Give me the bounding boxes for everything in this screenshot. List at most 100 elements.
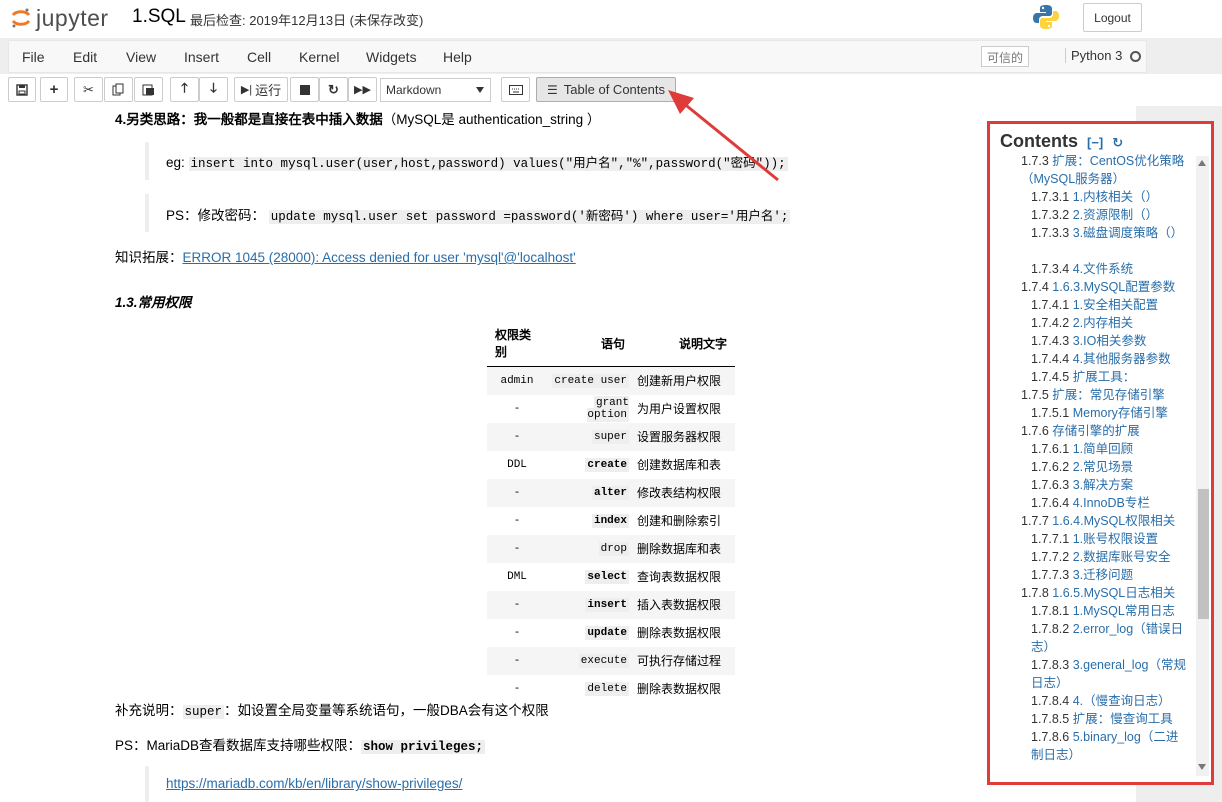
toc-item-number: 1.7.6.4 bbox=[1031, 496, 1070, 510]
toc-item[interactable]: 1.7.4.3 3.IO相关参数 bbox=[1031, 332, 1186, 350]
trusted-indicator[interactable]: 可信的 bbox=[981, 46, 1030, 67]
table-of-contents-button[interactable]: ☰ Table of Contents bbox=[536, 77, 676, 102]
toc-item[interactable]: 1.7.7.3 3.迁移问题 bbox=[1031, 566, 1186, 584]
cell-category: - bbox=[487, 534, 547, 563]
cell-type-select[interactable]: Markdown bbox=[380, 78, 491, 102]
cell-description: 设置服务器权限 bbox=[633, 422, 735, 451]
toc-item[interactable]: 1.7.3.2 2.资源限制（） bbox=[1031, 206, 1186, 224]
menu-edit[interactable]: Edit bbox=[73, 49, 97, 65]
toc-item[interactable]: 1.7.8.5 扩展：慢查询工具 bbox=[1031, 710, 1186, 728]
statement-code: execute bbox=[578, 653, 629, 668]
toc-item[interactable]: 1.7.3.3 3.磁盘调度策略（） bbox=[1031, 224, 1186, 242]
mariadb-link-line: https://mariadb.com/kb/en/library/show-p… bbox=[166, 776, 462, 791]
toc-item[interactable]: 1.7.6 存储引擎的扩展 bbox=[1021, 422, 1186, 440]
jupyter-logo[interactable]: jupyter bbox=[10, 4, 109, 32]
notebook-name[interactable]: 1.SQL bbox=[132, 6, 186, 28]
step-forward-icon: ▶| bbox=[240, 84, 253, 96]
cell-statement: insert bbox=[547, 590, 633, 619]
toc-item[interactable]: 1.7.7 1.6.4.MySQL权限相关 bbox=[1021, 512, 1186, 530]
table-row: DML select 查询表数据权限 bbox=[487, 563, 735, 591]
toc-item[interactable]: 1.7.5 扩展：常见存储引擎 bbox=[1021, 386, 1186, 404]
paste-icon bbox=[142, 84, 154, 96]
kernel-name: Python 3 bbox=[1065, 48, 1122, 63]
toc-scrollbar-thumb[interactable] bbox=[1198, 489, 1209, 619]
toc-refresh-icon[interactable]: ↻ bbox=[1112, 135, 1123, 150]
section-title: 1.3.常用权限 bbox=[115, 295, 192, 310]
command-palette-button[interactable] bbox=[501, 77, 530, 102]
toc-item[interactable]: 1.7.4.1 1.安全相关配置 bbox=[1031, 296, 1186, 314]
toc-item-number: 1.7.8.4 bbox=[1031, 694, 1070, 708]
cell-statement: select bbox=[547, 563, 633, 591]
menu-view[interactable]: View bbox=[126, 49, 156, 65]
interrupt-button[interactable] bbox=[290, 77, 319, 102]
cell-description: 为用户设置权限 bbox=[637, 402, 722, 416]
copy-icon bbox=[112, 83, 124, 96]
paste-button[interactable] bbox=[134, 77, 163, 102]
statement-code: drop bbox=[598, 541, 629, 556]
mariadb-privileges-link[interactable]: https://mariadb.com/kb/en/library/show-p… bbox=[166, 776, 462, 791]
error-1045-link[interactable]: ERROR 1045 (28000): Access denied for us… bbox=[183, 250, 576, 265]
toc-title: Contents bbox=[1000, 131, 1078, 151]
toc-item[interactable]: 1.7.6.2 2.常见场景 bbox=[1031, 458, 1186, 476]
copy-button[interactable] bbox=[104, 77, 133, 102]
run-button[interactable]: ▶| 运行 bbox=[234, 77, 288, 102]
cell-statement: create user bbox=[547, 366, 633, 395]
toc-item[interactable]: 1.7.3.4 4.文件系统 bbox=[1031, 260, 1186, 278]
toc-item[interactable]: 1.7.4 1.6.3.MySQL配置参数 bbox=[1021, 278, 1186, 296]
scroll-down-icon[interactable] bbox=[1198, 764, 1206, 770]
toc-item[interactable]: 1.7.6.1 1.简单回顾 bbox=[1031, 440, 1186, 458]
toc-button-label: Table of Contents bbox=[563, 82, 665, 97]
cell-type-value: Markdown bbox=[386, 83, 442, 97]
logout-button[interactable]: Logout bbox=[1083, 3, 1142, 32]
privileges-table: 权限类别 语句 说明文字 admin create user 创建新用户权限 - gra… bbox=[487, 320, 735, 703]
toc-item-text: 扩展工具： bbox=[1072, 370, 1136, 384]
restart-run-all-button[interactable]: ▶▶ bbox=[348, 77, 377, 102]
save-button[interactable] bbox=[8, 77, 36, 102]
menu-help[interactable]: Help bbox=[443, 49, 472, 65]
toc-item[interactable]: 1.7.8 1.6.5.MySQL日志相关 bbox=[1021, 584, 1186, 602]
toc-item[interactable]: 1.7.8.3 3.general_log（常规日志） bbox=[1031, 656, 1186, 692]
toc-item[interactable]: 1.7.5.1 Memory存储引擎 bbox=[1031, 404, 1186, 422]
menubar: File Edit View Insert Cell Kernel Widget… bbox=[8, 40, 1147, 73]
toc-item[interactable]: 1.7.8.1 1.MySQL常用日志 bbox=[1031, 602, 1186, 620]
menu-kernel[interactable]: Kernel bbox=[299, 49, 339, 65]
toc-collapse-button[interactable]: [−] bbox=[1087, 135, 1103, 150]
toc-item[interactable]: 1.7.7.1 1.账号权限设置 bbox=[1031, 530, 1186, 548]
toc-scrollbar-track[interactable] bbox=[1196, 156, 1209, 776]
blockquote-bar bbox=[145, 142, 149, 180]
move-down-button[interactable]: 🡓 bbox=[199, 77, 228, 102]
cell-description: 删除表数据权限 bbox=[637, 682, 722, 696]
toc-item[interactable]: 1.7.4.5 扩展工具： bbox=[1031, 368, 1186, 386]
toc-item[interactable]: 1.7.8.2 2.error_log（错误日志） bbox=[1031, 620, 1186, 656]
toc-item[interactable]: 1.7.3.1 1.内核相关（） bbox=[1031, 188, 1186, 206]
toc-item[interactable]: 1.7.6.3 3.解决方案 bbox=[1031, 476, 1186, 494]
blockquote-bar bbox=[145, 766, 149, 802]
table-row: DDL create 创建数据库和表 bbox=[487, 451, 735, 479]
menu-cell[interactable]: Cell bbox=[247, 49, 271, 65]
toc-item[interactable]: 1.7.4.4 4.其他服务器参数 bbox=[1031, 350, 1186, 368]
checkpoint-status: 最后检查: 2019年12月13日 (未保存改变) bbox=[190, 13, 424, 28]
heading-note: （MySQL是 authentication_string ） bbox=[382, 112, 601, 127]
toc-item-number: 1.7.5 bbox=[1021, 388, 1049, 402]
cell-description: 查询表数据权限 bbox=[637, 570, 722, 584]
privileges-table-body: admin create user 创建新用户权限 - grant option 为用户设… bbox=[487, 366, 735, 703]
eg-code: insert into mysql.user(user,host,passwor… bbox=[188, 157, 788, 171]
insert-cell-button[interactable]: + bbox=[40, 77, 68, 102]
menu-file[interactable]: File bbox=[22, 49, 45, 65]
toc-item[interactable]: 1.7.8.4 4.（慢查询日志） bbox=[1031, 692, 1186, 710]
python-logo-icon bbox=[1033, 5, 1059, 29]
move-up-button[interactable]: 🡑 bbox=[170, 77, 199, 102]
toc-item[interactable]: 1.7.3 扩展：CentOS优化策略（MySQL服务器） bbox=[1021, 152, 1186, 188]
menu-insert[interactable]: Insert bbox=[184, 49, 219, 65]
menu-widgets[interactable]: Widgets bbox=[366, 49, 417, 65]
statement-code: update bbox=[585, 625, 629, 640]
toc-item[interactable]: 1.7.7.2 2.数据库账号安全 bbox=[1031, 548, 1186, 566]
restart-button[interactable]: ↻ bbox=[319, 77, 348, 102]
cell-statement: drop bbox=[547, 534, 633, 563]
toc-item[interactable]: 1.7.8.6 5.binary_log（二进制日志） bbox=[1031, 728, 1186, 764]
scroll-up-icon[interactable] bbox=[1198, 160, 1206, 166]
toc-item[interactable]: 1.7.4.2 2.内存相关 bbox=[1031, 314, 1186, 332]
cut-button[interactable]: ✂ bbox=[74, 77, 103, 102]
toc-item-number: 1.7.7 bbox=[1021, 514, 1049, 528]
toc-item[interactable]: 1.7.6.4 4.InnoDB专栏 bbox=[1031, 494, 1186, 512]
